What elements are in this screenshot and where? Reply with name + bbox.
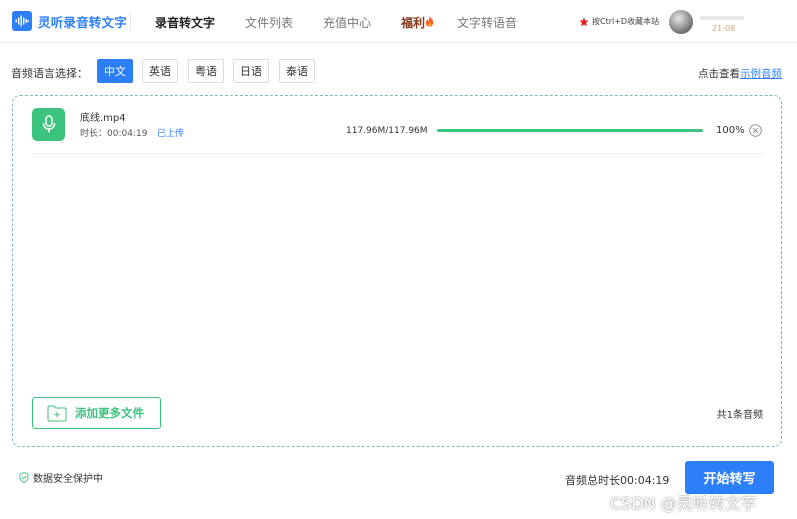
waveform-icon xyxy=(12,11,32,31)
nav-item-file-list[interactable]: 文件列表 xyxy=(245,14,293,31)
nav-item-welfare[interactable]: 福利 xyxy=(401,14,425,31)
sample-audio-link[interactable]: 示例音频 xyxy=(740,68,782,80)
file-count: 共1条音频 xyxy=(716,410,763,421)
file-name: 底线.mp4 xyxy=(80,113,126,124)
security-text: 数据安全保护中 xyxy=(33,474,103,485)
file-duration: 时长：00:04:19 xyxy=(80,129,148,139)
add-more-files-button[interactable]: 添加更多文件 xyxy=(32,397,161,429)
folder-add-icon xyxy=(47,405,67,421)
nav-item-recharge[interactable]: 充值中心 xyxy=(323,14,371,31)
upload-progress-fill xyxy=(437,129,703,132)
fire-icon xyxy=(425,12,434,31)
upload-panel: 底线.mp4 时长：00:04:19 已上传 117.96M/117.96M 1… xyxy=(12,95,782,447)
logo[interactable]: 灵听录音转文字 xyxy=(12,11,127,31)
avatar[interactable] xyxy=(669,10,693,34)
star-icon xyxy=(579,16,589,26)
remove-file-icon[interactable] xyxy=(749,124,762,137)
shield-check-icon xyxy=(19,472,29,483)
sample-audio-hint: 点击查看示例音频 xyxy=(698,66,782,81)
microphone-icon xyxy=(32,108,65,141)
bookmark-tip-text: 按Ctrl+D收藏本站 xyxy=(592,17,660,26)
user-date: 21-08 xyxy=(712,24,736,33)
logo-text: 灵听录音转文字 xyxy=(38,14,127,30)
nav-item-text-to-speech[interactable]: 文字转语音 xyxy=(457,14,517,31)
top-header: 灵听录音转文字 录音转文字 文件列表 充值中心 福利 文字转语音 按Ctrl+D… xyxy=(0,0,797,43)
security-notice: 数据安全保护中 xyxy=(19,470,103,485)
language-label: 音频语言选择： xyxy=(11,67,88,80)
upload-status: 已上传 xyxy=(157,129,185,139)
lang-option-english[interactable]: 英语 xyxy=(142,59,178,83)
lang-option-cantonese[interactable]: 粤语 xyxy=(188,59,224,83)
nav-item-record-to-text[interactable]: 录音转文字 xyxy=(155,14,215,31)
sample-audio-prefix: 点击查看 xyxy=(698,68,740,80)
lang-option-japanese[interactable]: 日语 xyxy=(233,59,269,83)
bookmark-tip: 按Ctrl+D收藏本站 xyxy=(579,16,659,27)
upload-progress-text: 100% xyxy=(716,125,745,136)
user-name-obscured xyxy=(700,13,744,20)
file-size: 117.96M/117.96M xyxy=(346,126,428,136)
lang-option-chinese[interactable]: 中文 xyxy=(97,59,133,83)
file-row-divider xyxy=(32,153,763,154)
lang-option-thai[interactable]: 泰语 xyxy=(279,59,315,83)
add-more-files-label: 添加更多文件 xyxy=(75,406,144,420)
total-audio-duration: 音频总时长00:04:19 xyxy=(565,474,670,487)
csdn-watermark: CSDN @灵听转文字 xyxy=(610,494,757,513)
header-divider xyxy=(130,13,131,30)
upload-progress-bar xyxy=(437,129,703,132)
